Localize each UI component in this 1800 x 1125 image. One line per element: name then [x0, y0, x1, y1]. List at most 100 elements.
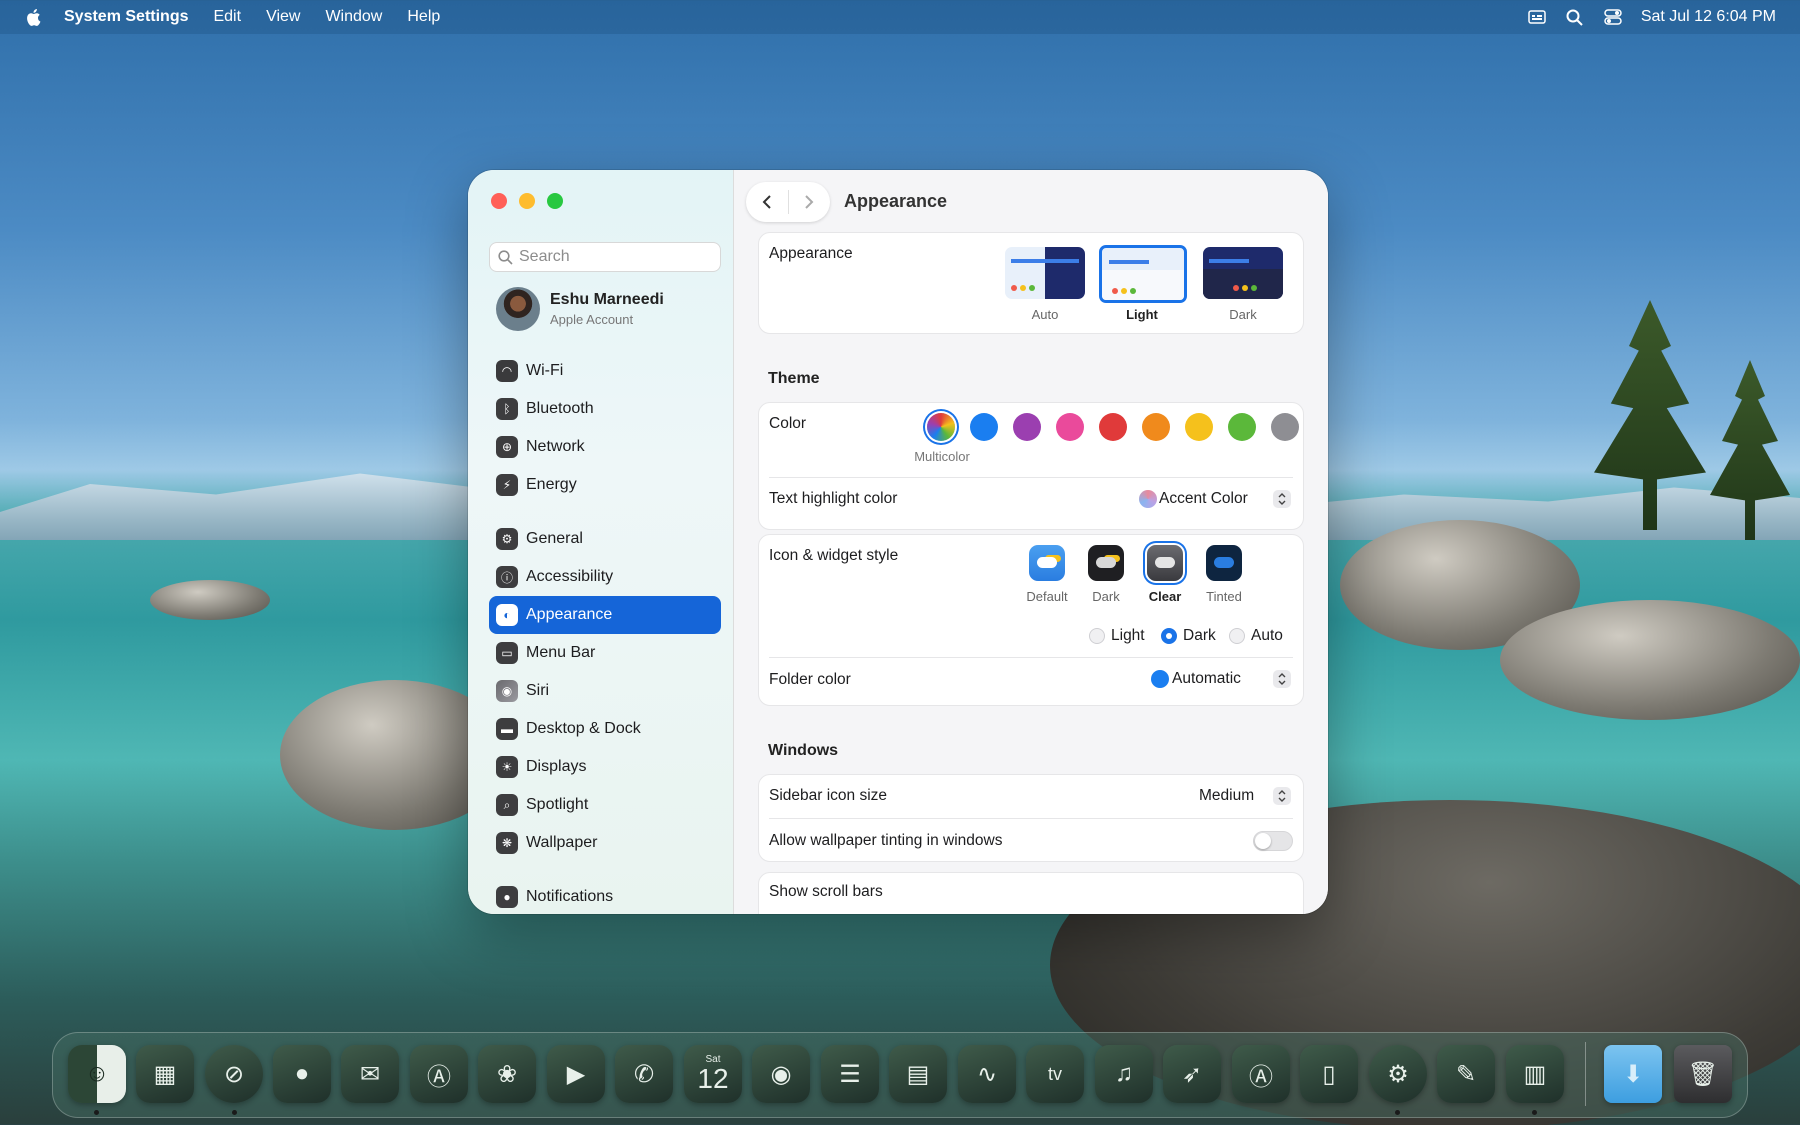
dock-reminders[interactable]: ☰	[821, 1045, 879, 1103]
sidebar-item-notifications[interactable]: ● Notifications	[489, 878, 721, 914]
color-pink-swatch[interactable]	[1056, 413, 1084, 441]
color-graphite-swatch[interactable]	[1271, 413, 1299, 441]
dock-freeform[interactable]: ∿	[958, 1045, 1016, 1103]
highlight-value: Accent Color	[1159, 490, 1248, 507]
sidebar-icon-size-popup[interactable]: Medium	[1199, 784, 1295, 808]
appearance-dark-caption: Dark	[1229, 307, 1257, 322]
keyboard-caption-icon[interactable]	[1527, 8, 1547, 26]
color-green-swatch[interactable]	[1228, 413, 1256, 441]
divider	[769, 818, 1293, 819]
dock-app-store[interactable]: Ⓐ	[1232, 1045, 1290, 1103]
globe-icon: ⊕	[496, 436, 518, 458]
dock-launchpad[interactable]: ▦	[136, 1045, 194, 1103]
widget-clear-option[interactable]	[1147, 545, 1183, 581]
control-center-icon[interactable]	[1603, 8, 1623, 26]
color-red-swatch[interactable]	[1099, 413, 1127, 441]
color-purple-swatch[interactable]	[1013, 413, 1041, 441]
back-button[interactable]	[746, 182, 788, 222]
running-indicator	[1532, 1110, 1537, 1115]
sidebar-item-appearance[interactable]: ◐ Appearance	[489, 596, 721, 634]
apple-menu-icon[interactable]	[22, 6, 44, 28]
appearance-auto-option[interactable]	[1005, 247, 1085, 299]
sidebar-item-network[interactable]: ⊕ Network	[489, 428, 721, 466]
sidebar-item-label: Bluetooth	[526, 400, 594, 417]
highlight-color-popup[interactable]: Accent Color	[1137, 487, 1295, 511]
dock-mail[interactable]: ✉	[341, 1045, 399, 1103]
dock-downloads-folder[interactable]: ⬇	[1604, 1045, 1662, 1103]
music-note-icon: ♫	[1115, 1060, 1133, 1087]
sidebar-item-wallpaper[interactable]: ❋ Wallpaper	[489, 824, 721, 862]
sidebar-item-bluetooth[interactable]: ᛒ Bluetooth	[489, 390, 721, 428]
menu-help[interactable]: Help	[407, 8, 440, 26]
dock-script-editor[interactable]: ✎	[1437, 1045, 1495, 1103]
sidebar-icon-size-value: Medium	[1199, 787, 1255, 804]
appearance-dark-option[interactable]	[1203, 247, 1283, 299]
sidebar-item-desktop-dock[interactable]: ▬ Desktop & Dock	[489, 710, 721, 748]
color-multicolor-swatch[interactable]	[927, 413, 955, 441]
download-icon: ⬇	[1622, 1060, 1644, 1088]
menu-app-name[interactable]: System Settings	[64, 8, 188, 26]
main-pane: Appearance Appearance Auto Light Dark Th…	[734, 170, 1328, 914]
color-orange-swatch[interactable]	[1142, 413, 1170, 441]
widget-dark-option[interactable]	[1088, 545, 1124, 581]
scroll-bars-label: Show scroll bars	[769, 883, 883, 900]
appearance-light-option[interactable]	[1099, 245, 1187, 303]
dock-contacts[interactable]: ◉	[752, 1045, 810, 1103]
sidebar-item-wifi[interactable]: ◠ Wi-Fi	[489, 352, 721, 390]
dock-maps[interactable]: Ⓐ	[410, 1045, 468, 1103]
color-blue-swatch[interactable]	[970, 413, 998, 441]
dock-news[interactable]: ▥	[1506, 1045, 1564, 1103]
stepper-icon	[1273, 490, 1291, 508]
sidebar-item-displays[interactable]: ☀ Displays	[489, 748, 721, 786]
forward-button[interactable]	[788, 182, 830, 222]
dock-music[interactable]: ♫	[1095, 1045, 1153, 1103]
icon-widget-card: Icon & widget style Default Dark Clear T…	[758, 534, 1304, 706]
menu-view[interactable]: View	[266, 8, 300, 26]
sidebar-item-siri[interactable]: ◉ Siri	[489, 672, 721, 710]
sidebar-item-spotlight[interactable]: ⌕ Spotlight	[489, 786, 721, 824]
menu-edit[interactable]: Edit	[213, 8, 241, 26]
dock-trash[interactable]: 🗑	[1674, 1045, 1732, 1103]
folder-color-popup[interactable]: Automatic	[1151, 667, 1295, 691]
dock-facetime[interactable]: ▶	[547, 1045, 605, 1103]
weather-icon	[1096, 557, 1116, 568]
dock-photos[interactable]: ❀	[478, 1045, 536, 1103]
menu-window[interactable]: Window	[325, 8, 382, 26]
dock-calendar[interactable]: Sat 12	[684, 1045, 742, 1103]
highlight-color-label: Text highlight color	[769, 490, 898, 507]
widget-default-option[interactable]	[1029, 545, 1065, 581]
dock-messages[interactable]: ●	[273, 1045, 331, 1103]
sidebar-item-energy[interactable]: ⚡ Energy	[489, 466, 721, 504]
style-dark-radio[interactable]	[1161, 628, 1177, 644]
dock-safari[interactable]: ⊘	[205, 1045, 263, 1103]
chevron-right-icon	[805, 195, 814, 209]
sidebar-item-menu-bar[interactable]: ▭ Menu Bar	[489, 634, 721, 672]
page-title: Appearance	[844, 191, 948, 211]
search-icon[interactable]	[1565, 8, 1585, 26]
dock-finder[interactable]: ☺	[68, 1045, 126, 1103]
rocket-icon: ➶	[1181, 1060, 1203, 1088]
dock-tv[interactable]: tv	[1026, 1045, 1084, 1103]
widget-tinted-option[interactable]	[1206, 545, 1242, 581]
style-light-radio[interactable]	[1089, 628, 1105, 644]
sidebar-item-label: General	[526, 530, 583, 547]
wallpaper-tinting-label: Allow wallpaper tinting in windows	[769, 832, 1003, 849]
color-yellow-swatch[interactable]	[1185, 413, 1213, 441]
folder-color-swatch	[1151, 670, 1169, 688]
menubar-clock[interactable]: Sat Jul 12 6:04 PM	[1641, 8, 1776, 26]
windows-section-title: Windows	[768, 742, 839, 759]
dock-iphone-mirroring[interactable]: ▯	[1300, 1045, 1358, 1103]
sidebar-item-general[interactable]: ⚙ General	[489, 520, 721, 558]
dock-phone[interactable]: ✆	[615, 1045, 673, 1103]
style-auto-label: Auto	[1251, 627, 1283, 644]
running-indicator	[232, 1110, 237, 1115]
wallpaper-tinting-toggle[interactable]	[1253, 831, 1293, 851]
style-auto-radio[interactable]	[1229, 628, 1245, 644]
dock-notes[interactable]: ▤	[889, 1045, 947, 1103]
appearance-icon: ◐	[496, 604, 518, 626]
style-light-label: Light	[1111, 627, 1145, 644]
sidebar-item-accessibility[interactable]: ⓘ Accessibility	[489, 558, 721, 596]
dock-system-settings[interactable]: ⚙	[1369, 1045, 1427, 1103]
notes-icon: ▤	[906, 1060, 930, 1088]
dock-rocket[interactable]: ➶	[1163, 1045, 1221, 1103]
